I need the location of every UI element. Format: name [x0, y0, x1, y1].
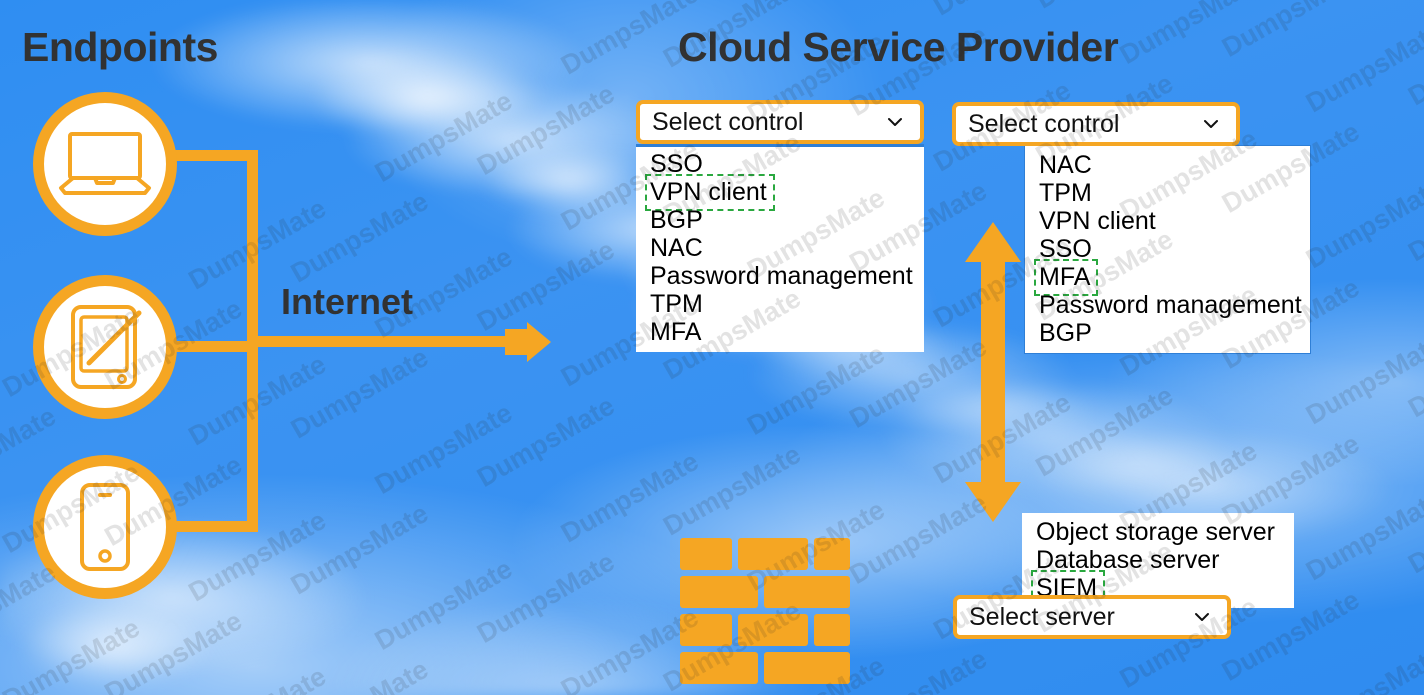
internet-arrow-head — [505, 322, 551, 362]
page-title-endpoints: Endpoints — [22, 24, 218, 70]
endpoint-laptop[interactable] — [33, 92, 177, 236]
firewall-brick-wall-icon — [680, 538, 850, 695]
select-server[interactable]: Select server — [953, 595, 1231, 639]
option-item[interactable]: MFA — [636, 318, 924, 346]
endpoint-phone[interactable] — [33, 455, 177, 599]
page-title-cloud-service-provider: Cloud Service Provider — [678, 24, 1119, 70]
option-list-control-right[interactable]: NAC TPM VPN client SSO MFA Password mana… — [1024, 145, 1311, 354]
label-internet: Internet — [281, 281, 414, 322]
select-control-left-label: Select control — [652, 107, 804, 136]
connector-laptop-stub — [170, 150, 258, 161]
tablet-stylus-icon — [59, 301, 151, 393]
option-list-server[interactable]: Object storage server Database server SI… — [1022, 513, 1294, 608]
connector-phone-stub — [170, 521, 258, 532]
connector-tablet-stub — [170, 341, 258, 352]
option-list-control-left[interactable]: SSO VPN client BGP NAC Password manageme… — [636, 145, 924, 352]
chevron-down-icon — [888, 118, 902, 126]
select-control-right-label: Select control — [968, 109, 1120, 138]
laptop-icon — [57, 128, 153, 200]
diagram-canvas: Select control SSO VPN client BGP NAC Pa… — [0, 0, 1424, 695]
endpoint-tablet[interactable] — [33, 275, 177, 419]
select-control-right[interactable]: Select control — [952, 102, 1240, 146]
arrow-up-down-icon — [963, 222, 1023, 527]
select-control-left-underline — [636, 144, 924, 147]
smartphone-icon — [74, 481, 136, 573]
chevron-down-icon — [1195, 613, 1209, 621]
connector-internet-line — [247, 336, 512, 347]
select-control-left[interactable]: Select control — [636, 100, 924, 144]
select-server-label: Select server — [969, 602, 1115, 631]
chevron-down-icon — [1204, 120, 1218, 128]
